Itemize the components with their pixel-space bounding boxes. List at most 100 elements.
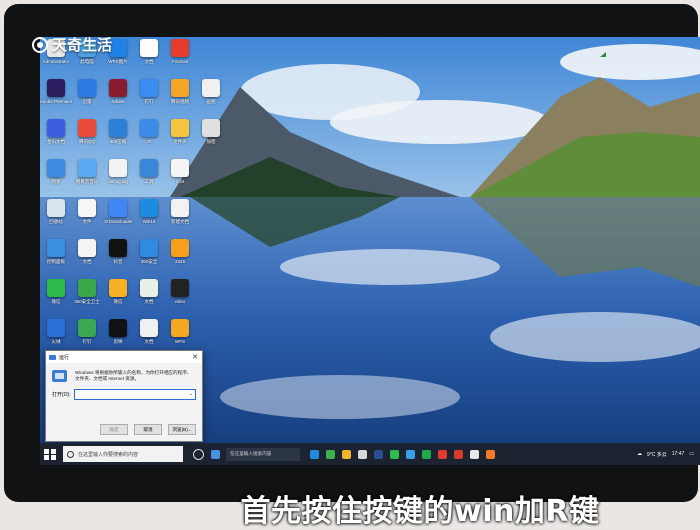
desktop-icon[interactable]: Win10	[134, 199, 164, 237]
search-icon	[67, 450, 74, 458]
desktop-icon-label: 文档	[144, 59, 154, 64]
app-icon	[202, 119, 220, 137]
desktop-icon-label: JX	[146, 139, 152, 144]
desktop-icon[interactable]: 1.txt	[165, 159, 195, 197]
desktop-icon[interactable]: 360安全	[134, 239, 164, 277]
app-icon	[78, 79, 96, 97]
desktop-icon[interactable]: 腾讯视频	[165, 79, 195, 117]
app-icon[interactable]	[454, 449, 463, 459]
desktop-icon-label: 腾讯视频	[171, 99, 189, 104]
desktop-icon-label: Administrator	[42, 59, 70, 64]
desktop-icon[interactable]: 工具	[134, 159, 164, 197]
wechat-icon[interactable]	[390, 449, 399, 459]
desktop-icon[interactable]: 微信	[41, 279, 71, 317]
desktop-icon-label: 文档	[144, 339, 154, 344]
taskbar-secondary-search-text: 在这里输入搜索内容	[230, 451, 272, 456]
desktop-icon[interactable]: 控制面板	[41, 239, 71, 277]
desktop-icon[interactable]: Foxmail	[165, 39, 195, 77]
run-icon	[49, 354, 56, 360]
ok-button[interactable]: 确定	[100, 424, 128, 435]
app-icon	[140, 79, 158, 97]
desktop-icon-label: 剪映	[113, 339, 123, 344]
desktop-icon[interactable]: debug.log	[103, 159, 133, 197]
desktop-icon[interactable]: 迅雷	[72, 79, 102, 117]
desktop-icon[interactable]: 钉钉	[134, 79, 164, 117]
desktop-icon[interactable]: 360安全卫士	[72, 279, 102, 317]
desktop-icon[interactable]: JXDownloader	[103, 199, 133, 237]
desktop-icon[interactable]: 文档	[72, 239, 102, 277]
app-icon[interactable]	[211, 449, 220, 459]
desktop-icon[interactable]: 抖音	[103, 239, 133, 277]
app-icon	[171, 119, 189, 137]
app-icon	[171, 239, 189, 257]
desktop-icon-label: WPS图片	[108, 59, 128, 64]
desktop-icon[interactable]: 金山文档	[41, 119, 71, 157]
desktop-icon-label: 钉钉	[82, 339, 92, 344]
desktop-icon-label: 火绒	[51, 339, 61, 344]
app-icon[interactable]	[486, 449, 495, 459]
desktop-icon-label: 文档	[82, 259, 92, 264]
app-icon	[78, 119, 96, 137]
desktop-icon[interactable]: 文件	[72, 199, 102, 237]
desktop-icon-label: 迅雷	[82, 99, 92, 104]
app-icon[interactable]	[422, 449, 431, 459]
edge-icon[interactable]	[310, 449, 319, 459]
app-icon[interactable]	[374, 449, 383, 459]
desktop-icon[interactable]: 360压缩	[103, 119, 133, 157]
desktop-icon-label: 360安全卫士	[74, 299, 100, 304]
task-view-icon[interactable]	[193, 448, 204, 460]
desktop-icon[interactable]: 网易	[41, 159, 71, 197]
run-dialog-titlebar: 运行 ✕	[46, 351, 202, 363]
app-icon	[171, 279, 189, 297]
run-dialog-description: Windows 将根据你所输入的名称，为你打开相应的程序、文件夹、文档或 Int…	[75, 370, 192, 381]
app-icon	[47, 159, 65, 177]
browse-button[interactable]: 浏览(B)...	[168, 424, 196, 435]
desktop-icon[interactable]: JX	[134, 119, 164, 157]
desktop-icon[interactable]: 回收站	[41, 199, 71, 237]
app-icon	[140, 119, 158, 137]
app-icon[interactable]	[406, 449, 415, 459]
desktop-icon[interactable]: 加密	[196, 119, 226, 157]
taskbar-secondary-search[interactable]: 在这里输入搜索内容	[226, 447, 300, 461]
weather-text[interactable]: 9°C 多云	[647, 451, 667, 458]
desktop-icon-label: Adobe	[111, 99, 125, 104]
folder-icon[interactable]	[342, 449, 351, 459]
windows-start-icon[interactable]	[43, 447, 57, 461]
subtitle-caption: 首先按住按键的win加R键	[240, 494, 600, 529]
desktop-icon-label: video	[174, 299, 186, 304]
chevron-down-icon[interactable]: ⌄	[189, 391, 193, 397]
desktop-icon[interactable]: 新建文档	[165, 199, 195, 237]
desktop-icon[interactable]: 文档	[134, 39, 164, 77]
wps-icon[interactable]	[438, 449, 447, 459]
app-icon[interactable]	[470, 449, 479, 459]
desktop-icon[interactable]: Adobe Premiere	[40, 79, 72, 117]
desktop-icon-label: Foxmail	[172, 59, 188, 64]
desktop-icon[interactable]: Adobe	[103, 79, 133, 117]
desktop-icon[interactable]: 腾讯QQ	[72, 119, 102, 157]
clock-text[interactable]: 17:47	[672, 451, 685, 457]
open-input[interactable]: ⌄	[74, 389, 196, 400]
run-program-icon	[52, 370, 67, 382]
close-icon[interactable]: ✕	[188, 353, 202, 361]
app-icon	[171, 159, 189, 177]
store-icon[interactable]	[358, 449, 367, 459]
desktop-icon[interactable]: 网易云音乐	[72, 159, 102, 197]
desktop-screen: Administrator 此电脑 WPS图片 文档 Foxmail Adobe Prem…	[40, 37, 700, 465]
desktop-icon[interactable]: 2345	[165, 239, 195, 277]
weather-icon[interactable]: ☁	[637, 451, 642, 457]
desktop-icon-label: 控制面板	[47, 259, 65, 264]
cancel-button[interactable]: 取消	[134, 424, 162, 435]
desktop-icon[interactable]: video	[165, 279, 195, 317]
taskbar-search-input[interactable]: 在这里输入你要搜索的内容	[63, 446, 183, 462]
app-icon	[78, 239, 96, 257]
desktop-icon[interactable]: 微信	[103, 279, 133, 317]
watermark-logo-icon	[32, 36, 48, 53]
notification-icon[interactable]: ▭	[689, 451, 694, 457]
watermark-text: 天奇生活	[52, 37, 113, 54]
app-icon[interactable]	[326, 449, 335, 459]
app-icon	[109, 319, 127, 337]
desktop-icon[interactable]: 文件夹	[165, 119, 195, 157]
desktop-icon[interactable]: 画图	[196, 79, 226, 117]
desktop-icon[interactable]: 文档	[134, 279, 164, 317]
app-icon	[171, 39, 189, 57]
